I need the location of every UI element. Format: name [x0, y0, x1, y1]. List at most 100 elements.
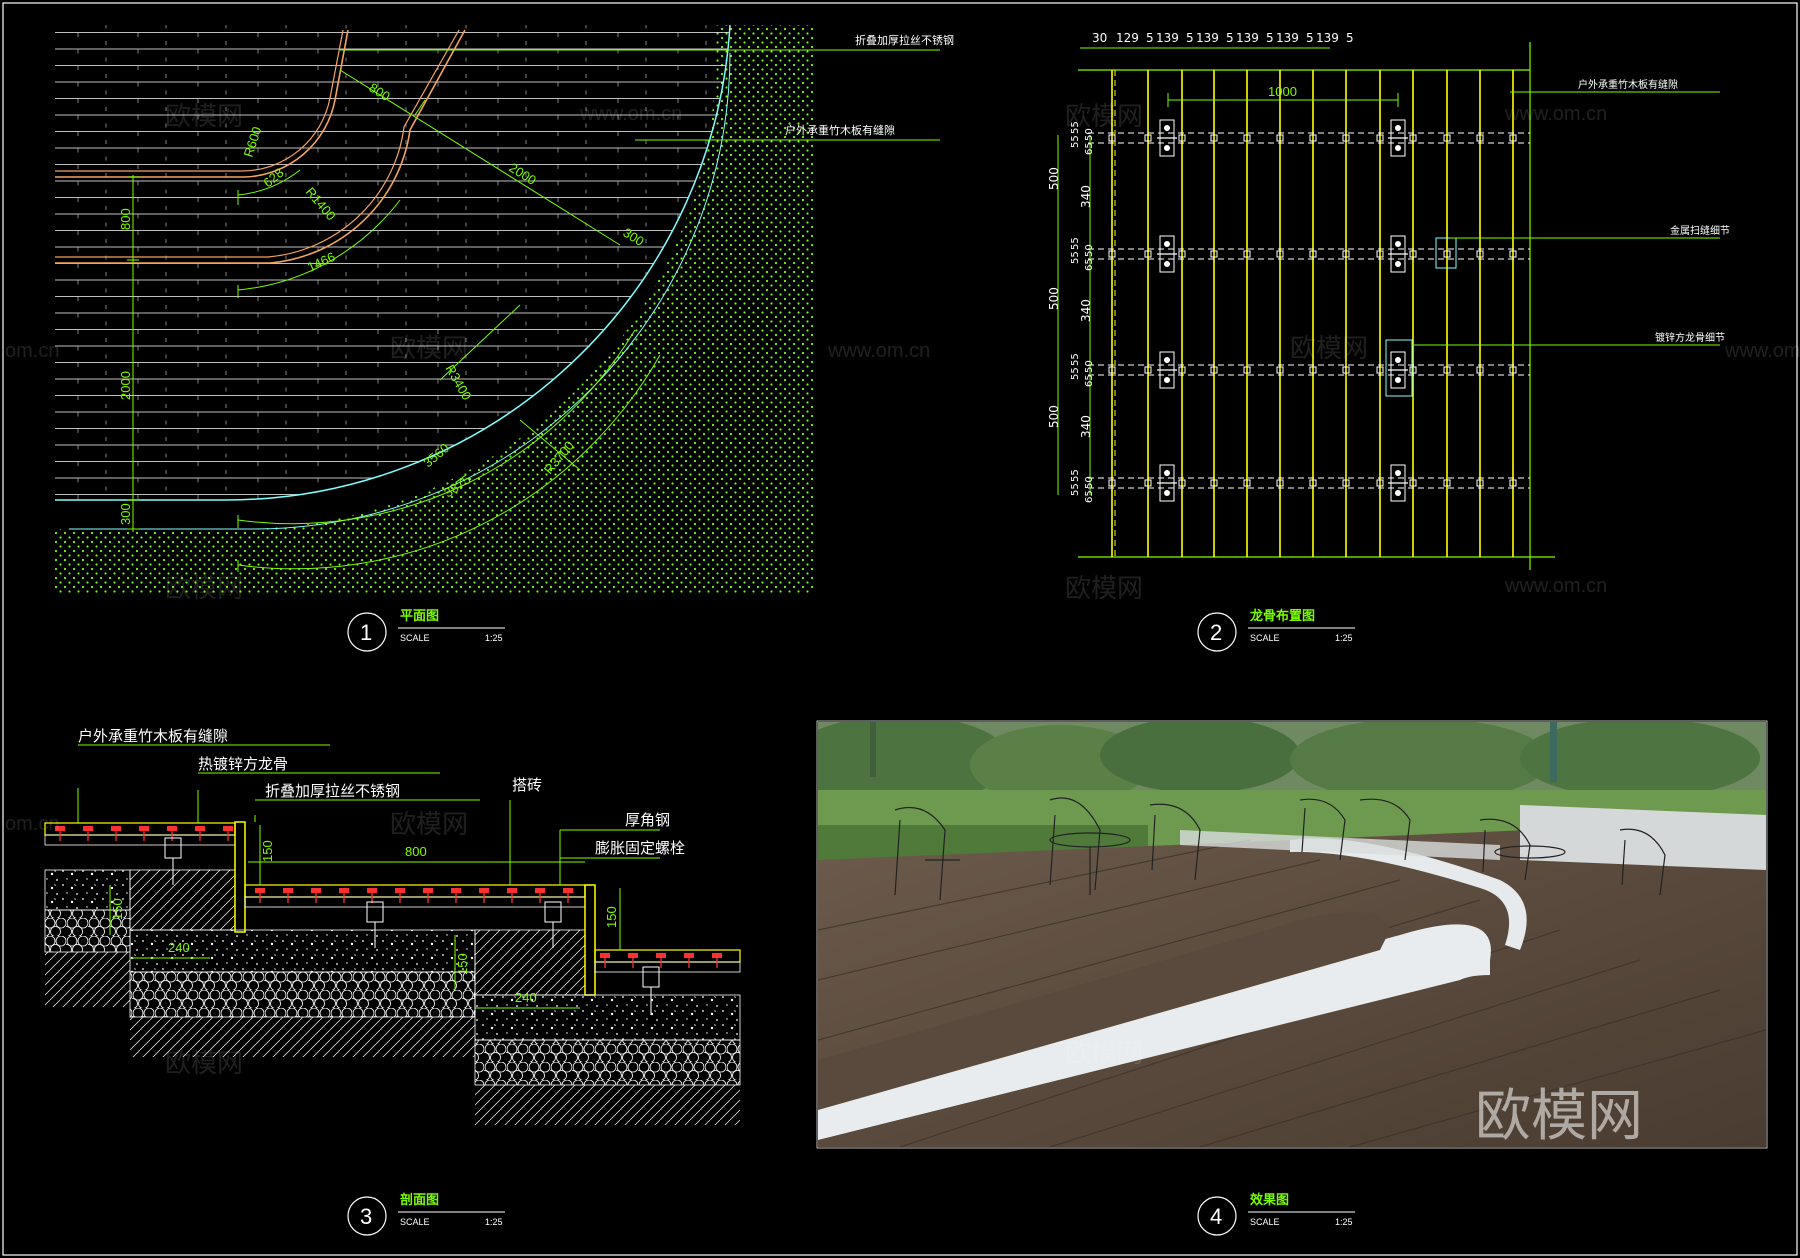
section-title: 剖面图 [400, 1192, 439, 1208]
bracket-bolt [1164, 241, 1170, 247]
left-inner-dim: 340 [1079, 299, 1093, 322]
left-small-dim: 65 [1084, 374, 1095, 387]
brick-2 [474, 929, 586, 996]
watermark-8: 欧模网 [165, 1049, 243, 1079]
top-dim-label: 139 [1156, 31, 1179, 45]
fastener-head [507, 888, 517, 893]
bracket-bolt [1164, 490, 1170, 496]
joist-scale-value: 1:25 [1335, 633, 1353, 643]
section-number: 3 [360, 1204, 372, 1229]
left-outer-dim: 500 [1047, 287, 1061, 310]
joist-layer-2 [244, 896, 586, 908]
bracket-bolt [1395, 377, 1401, 383]
section-title-block: 3 剖面图 SCALE 1:25 [347, 1192, 505, 1236]
dim-150-d: 150 [604, 906, 619, 928]
section-scale-value: 1:25 [485, 1217, 503, 1227]
soil-3 [475, 1085, 740, 1125]
joist-title-block: 2 龙骨布置图 SCALE 1:25 [1197, 608, 1355, 652]
fastener-head [712, 953, 722, 958]
watermark-2: 欧模网 [1065, 102, 1143, 132]
top-dim-label: 30 [1092, 31, 1107, 45]
left-small-dim: 55 [1070, 135, 1081, 148]
fastener-head [223, 826, 233, 831]
left-small-dim: 65 [1084, 490, 1095, 503]
watermark-6: 欧模网 [1065, 574, 1143, 604]
fastener-head [535, 888, 545, 893]
top-dim-label: 5 [1186, 31, 1194, 45]
bracket-bolt [1395, 145, 1401, 151]
bracket-bolt [1164, 145, 1170, 151]
rendering-panel: 欧模网 欧模网 4 效果图 SCALE 1:25 [816, 720, 1768, 1236]
top-dimension-labels: 30 129 5 139 5 139 5 139 5 139 5 139 5 [1092, 31, 1354, 45]
bracket-bolt [1164, 377, 1170, 383]
left-small-dim: 50 [1084, 476, 1095, 489]
bracket-bolt [1164, 470, 1170, 476]
plan-scale-label: SCALE [400, 633, 430, 643]
fastener-head [628, 953, 638, 958]
callout-bamboo-board-section: 户外承重竹木板有缝隙 [78, 727, 228, 745]
drawing-sheet: 800 R600 628 R1400 1466 2000 300 800 200… [2, 2, 1800, 1256]
bracket-bolt [1395, 241, 1401, 247]
fastener-head [83, 826, 93, 831]
fastener-head [367, 888, 377, 893]
dim-150-a: 150 [260, 840, 275, 862]
dim-240-a: 240 [168, 940, 190, 955]
dim-800-section: 800 [405, 844, 427, 859]
photo-watermark: 欧模网 [1475, 1084, 1643, 1149]
rendering-scale-label: SCALE [1250, 1217, 1280, 1227]
gravel-2 [129, 971, 476, 1018]
top-dim-label: 5 [1226, 31, 1234, 45]
section-view-panel: 150 800 150 240 150 150 240 户外承重竹木板有缝隙 热… [44, 727, 741, 1236]
bracket-bolt [1164, 357, 1170, 363]
callout-bamboo-board: 户外承重竹木板有缝隙 [785, 123, 895, 137]
dim-150-c: 150 [455, 953, 470, 975]
dim-2000-vertical: 2000 [118, 371, 133, 400]
callout-galvanized-joist: 热镀锌方龙骨 [198, 755, 288, 773]
left-small-dim: 55 [1070, 237, 1081, 250]
fastener-head [283, 888, 293, 893]
watermark-4: 欧模网 [1290, 334, 1368, 364]
callout-expansion-bolt: 膨胀固定螺栓 [595, 839, 685, 857]
watermark-url-5: www.om.cn [1724, 340, 1800, 362]
fastener-head [451, 888, 461, 893]
joist-title: 龙骨布置图 [1250, 608, 1315, 624]
fastener-head [111, 826, 121, 831]
bracket-bolt [1395, 357, 1401, 363]
left-small-dim: 55 [1070, 251, 1081, 264]
top-dim-label: 139 [1316, 31, 1339, 45]
gravel-3 [474, 1039, 741, 1086]
photo-watermark-small: 欧模网 [1065, 1039, 1143, 1069]
watermark-3: 欧模网 [390, 334, 468, 364]
joist-scale-label: SCALE [1250, 633, 1280, 643]
joist-number: 2 [1210, 620, 1222, 645]
watermark-url-6: www.om.cn [1504, 575, 1607, 597]
watermark-url-3: om.cn [5, 340, 59, 362]
top-dim-label: 139 [1196, 31, 1219, 45]
left-small-dim: 55 [1070, 367, 1081, 380]
fastener-head [600, 953, 610, 958]
top-dim-label: 129 [1116, 31, 1139, 45]
fastener-head [195, 826, 205, 831]
callout-steel-edge-section: 折叠加厚拉丝不锈钢 [265, 782, 400, 800]
rendering-scale-value: 1:25 [1335, 1217, 1353, 1227]
callout-joist-detail: 镀锌方龙骨细节 [1655, 331, 1725, 344]
cross-runners [1088, 132, 1530, 489]
watermark-7: 欧模网 [390, 810, 468, 840]
fastener-head [563, 888, 573, 893]
plan-title-block: 1 平面图 SCALE 1:25 [347, 609, 505, 652]
watermark-5: 欧模网 [165, 574, 243, 604]
callout-board-gap: 户外承重竹木板有缝隙 [1578, 78, 1678, 91]
dim-150-b: 150 [110, 898, 125, 920]
plan-scale-value: 1:25 [485, 633, 503, 643]
callout-angle-steel: 厚角钢 [625, 811, 670, 829]
top-dim-label: 5 [1306, 31, 1314, 45]
top-dim-label: 5 [1346, 31, 1354, 45]
left-small-dim: 65 [1084, 258, 1095, 271]
bracket-bolt [1395, 490, 1401, 496]
deck-board-2 [244, 884, 586, 898]
top-dim-label: 139 [1276, 31, 1299, 45]
left-small-dim: 50 [1084, 244, 1095, 257]
left-small-dim: 55 [1070, 353, 1081, 366]
bracket-bolt [1395, 125, 1401, 131]
fastener-head [423, 888, 433, 893]
